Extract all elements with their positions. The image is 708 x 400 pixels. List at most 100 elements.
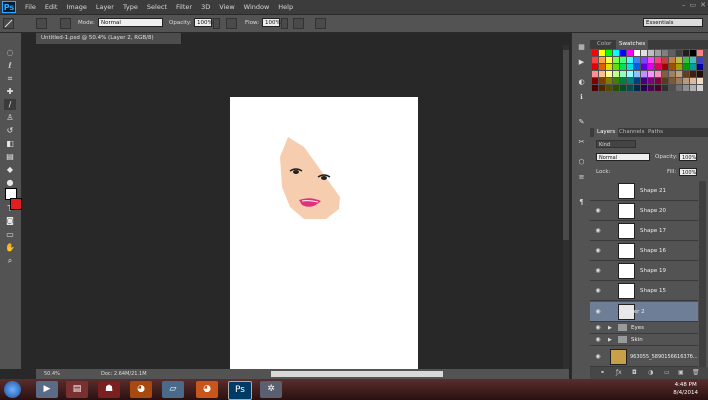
document-tab[interactable]: Untitled-1.psd @ 50.4% (Layer 2, RGB/8) [36,33,182,44]
swatch-color[interactable] [697,71,703,77]
lasso-tool-icon[interactable]: ℓ [4,60,16,71]
brush-preset-icon[interactable] [3,18,14,29]
menu-view[interactable]: View [219,3,234,11]
swatch-color[interactable] [599,78,605,84]
swatch-color[interactable] [676,85,682,91]
swatch-color[interactable] [648,71,654,77]
app-icon[interactable]: ☗ [98,381,120,398]
swatch-color[interactable] [634,57,640,63]
swatch-color[interactable] [662,85,668,91]
properties-icon[interactable]: ≡ [577,173,586,182]
swatch-color[interactable] [662,71,668,77]
eye-icon[interactable]: ◉ [594,287,602,295]
marquee-tool-icon[interactable]: ◌ [4,47,16,58]
tab-channels[interactable]: Channels [616,128,647,137]
menu-window[interactable]: Window [244,3,270,11]
layer-row[interactable]: ◉ Shape 16 [590,241,698,261]
swatch-color[interactable] [683,78,689,84]
media-player-icon[interactable]: ▶ [36,381,58,398]
layer-opacity-input[interactable]: 100% [679,153,697,161]
swatch-color[interactable] [613,57,619,63]
system-clock[interactable]: 4:48 PM 8/4/2014 [673,381,698,397]
link-layers-icon[interactable]: ⚭ [600,369,605,376]
doc-info[interactable]: Doc: 2.64M/21.1M [101,369,147,379]
kind-filter-select[interactable]: Kind [596,140,636,148]
fx-icon[interactable]: ƒx [616,369,622,376]
visibility-icon[interactable] [594,187,602,195]
swatch-color[interactable] [669,71,675,77]
swatch-color[interactable] [606,57,612,63]
swatch-color[interactable] [697,50,703,56]
swatch-color[interactable] [683,57,689,63]
3d-icon[interactable]: ⬡ [577,158,586,167]
swatch-color[interactable] [655,57,661,63]
swatch-color[interactable] [662,78,668,84]
opacity-dropdown-icon[interactable] [213,18,220,29]
swatch-color[interactable] [676,64,682,70]
brush-panel-icon[interactable] [60,18,71,29]
swatch-color[interactable] [599,71,605,77]
swatch-color[interactable] [627,64,633,70]
start-button[interactable] [4,381,21,398]
swatch-color[interactable] [606,64,612,70]
background-color-swatch[interactable] [10,198,22,210]
swatch-color[interactable] [641,64,647,70]
adjustments-icon[interactable]: ◐ [577,78,586,87]
canvas-scroll-thumb[interactable] [563,50,569,240]
swatch-color[interactable] [697,85,703,91]
swatch-color[interactable] [676,78,682,84]
menu-image[interactable]: Image [66,3,86,11]
swatch-color[interactable] [606,78,612,84]
mode-select[interactable]: Normal [98,18,163,27]
swatch-color[interactable] [641,50,647,56]
swatch-color[interactable] [627,50,633,56]
firefox-icon[interactable]: ◕ [130,381,152,398]
fill-input[interactable]: 100% [679,168,697,176]
canvas-horizontal-scrollbar[interactable] [271,371,443,377]
paragraph-icon[interactable]: ¶ [577,198,586,207]
eye-icon[interactable]: ◉ [594,324,602,332]
eye-icon[interactable]: ◉ [594,336,602,344]
swatch-color[interactable] [655,50,661,56]
zoom-tool-icon[interactable]: ⌕ [4,255,16,266]
swatch-color[interactable] [648,64,654,70]
swatch-color[interactable] [648,85,654,91]
swatch-color[interactable] [613,85,619,91]
swatch-color[interactable] [690,85,696,91]
layer-row[interactable]: ◉ Shape 15 [590,281,698,301]
swatch-color[interactable] [641,78,647,84]
layer-row-selected[interactable]: ◉ Layer 2 [590,302,698,322]
menu-type[interactable]: Type [123,3,138,11]
tab-paths[interactable]: Paths [645,128,666,137]
brush-panel-icon[interactable]: ✎ [577,118,586,127]
swatch-color[interactable] [655,78,661,84]
swatch-color[interactable] [648,78,654,84]
info-icon[interactable]: ℹ [577,93,586,102]
new-layer-icon[interactable]: ▣ [678,369,684,376]
swatch-color[interactable] [676,57,682,63]
close-button[interactable]: ✕ [700,1,706,9]
stamp-tool-icon[interactable]: ♙ [4,112,16,123]
adjustment-layer-icon[interactable]: ◑ [648,369,653,376]
swatch-color[interactable] [606,85,612,91]
swatch-color[interactable] [662,50,668,56]
swatch-color[interactable] [592,64,598,70]
swatch-color[interactable] [648,50,654,56]
swatch-color[interactable] [690,78,696,84]
swatch-color[interactable] [627,78,633,84]
swatch-color[interactable] [592,71,598,77]
swatch-color[interactable] [627,85,633,91]
group-row[interactable]: ◉ ▶ Eyes [590,323,698,334]
swatch-color[interactable] [676,50,682,56]
dodge-tool-icon[interactable]: ● [4,177,16,188]
tab-color[interactable]: Color [594,40,614,49]
flow-dropdown-icon[interactable] [281,18,288,29]
swatch-color[interactable] [683,64,689,70]
pressure-opacity-icon[interactable] [226,18,237,29]
swatch-color[interactable] [634,85,640,91]
swatch-color[interactable] [620,57,626,63]
expand-arrow-icon[interactable]: ▶ [608,325,612,331]
swatch-color[interactable] [613,71,619,77]
group-row[interactable]: ◉ ▶ Skin [590,335,698,346]
zoom-level[interactable]: 50.4% [44,369,60,379]
